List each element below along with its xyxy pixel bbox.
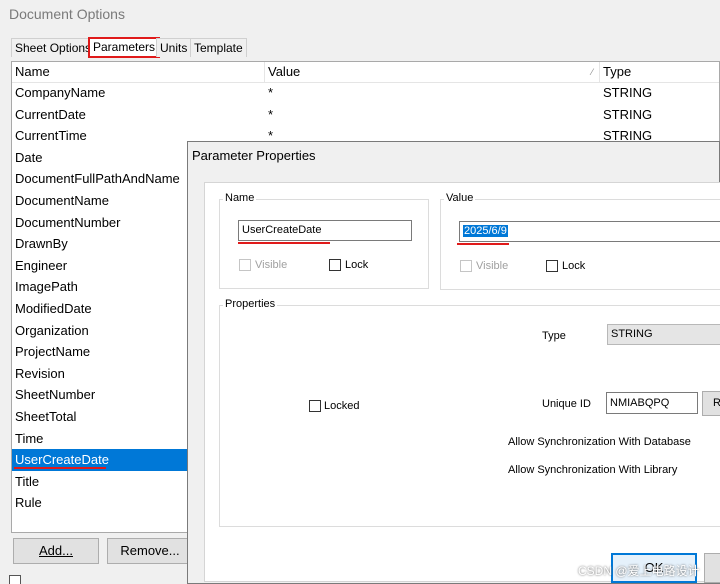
dialog-content: Name UserCreateDate Visible Lock Value 2… xyxy=(204,182,720,582)
value-group-label: Value xyxy=(444,192,476,204)
value-visible-checkbox[interactable] xyxy=(460,260,472,272)
cell-type: STRING xyxy=(603,106,653,122)
add-button-label: Add... xyxy=(39,543,73,558)
cell-value: * xyxy=(268,85,274,100)
annotation-underline-name xyxy=(238,242,330,244)
column-header-type[interactable]: Type xyxy=(600,62,719,82)
unique-id-input[interactable]: NMIABQPQ xyxy=(606,392,698,414)
cell-name: Engineer xyxy=(15,257,68,273)
locked-checkbox[interactable] xyxy=(309,400,321,412)
dialog-title: Parameter Properties xyxy=(192,148,316,163)
cell-name: CurrentDate xyxy=(15,106,86,122)
name-lock-label: Lock xyxy=(345,259,369,271)
table-row[interactable]: CompanyName * STRING xyxy=(12,82,719,104)
parameter-properties-dialog: Parameter Properties Name UserCreateDate… xyxy=(187,141,720,584)
column-header-name[interactable]: Name xyxy=(12,62,265,82)
value-visible-label: Visible xyxy=(476,260,509,272)
tab-units[interactable]: Units xyxy=(156,38,192,57)
cell-name: ModifiedDate xyxy=(15,301,92,316)
annotation-underline-list xyxy=(14,467,106,469)
cell-name: ImagePath xyxy=(15,279,78,295)
cancel-button-partial[interactable] xyxy=(704,553,720,583)
cell-name: Time xyxy=(15,430,44,446)
properties-group: Properties Type STRING Locked Unique ID … xyxy=(219,298,720,527)
value-group: Value 2025/6/9 Visible Lock xyxy=(440,192,720,290)
cell-name: SheetNumber xyxy=(15,387,96,403)
cell-value: * xyxy=(268,106,274,122)
type-label: Type xyxy=(542,330,566,342)
allow-sync-database-label: Allow Synchronization With Database xyxy=(508,436,691,448)
add-button[interactable]: Add... xyxy=(13,538,99,564)
column-header-value[interactable]: Value ⁄ xyxy=(265,62,600,82)
type-select[interactable]: STRING xyxy=(607,324,720,345)
watermark: CSDN @爱上电路设计 xyxy=(578,564,700,578)
unique-id-label: Unique ID xyxy=(542,398,591,410)
tab-parameters[interactable]: Parameters xyxy=(88,37,161,58)
remove-button[interactable]: Remove... xyxy=(107,538,193,564)
cell-name: SheetTotal xyxy=(15,409,77,424)
value-input[interactable]: 2025/6/9 xyxy=(459,221,720,242)
cell-name: DocumentFullPathAndName xyxy=(15,171,180,187)
value-lock-checkbox[interactable] xyxy=(546,260,558,272)
cell-name: CompanyName xyxy=(15,85,106,100)
checkbox-partial[interactable] xyxy=(9,575,21,584)
cell-name: CurrentTime xyxy=(15,128,87,144)
name-lock-checkbox[interactable] xyxy=(329,259,341,271)
cell-name: Rule xyxy=(15,495,42,511)
table-row[interactable]: CurrentDate * STRING xyxy=(12,104,719,126)
reset-unique-id-button[interactable]: R xyxy=(702,391,720,416)
cell-name: DocumentName xyxy=(15,193,109,208)
window-title: Document Options xyxy=(9,6,125,22)
cell-name: Title xyxy=(15,473,40,489)
value-lock-label: Lock xyxy=(562,260,586,272)
allow-sync-library-label: Allow Synchronization With Library xyxy=(508,464,678,476)
cell-name: Revision xyxy=(15,365,65,381)
cell-name: Date xyxy=(15,149,43,165)
name-group: Name UserCreateDate Visible Lock xyxy=(219,192,429,289)
value-input-text: 2025/6/9 xyxy=(463,225,508,237)
cell-name: DrawnBy xyxy=(15,236,68,252)
properties-group-label: Properties xyxy=(223,298,278,310)
list-header: Name Value ⁄ Type xyxy=(12,62,719,83)
locked-label: Locked xyxy=(324,400,360,412)
annotation-underline-value xyxy=(457,243,509,245)
name-visible-checkbox[interactable] xyxy=(239,259,251,271)
name-input[interactable]: UserCreateDate xyxy=(238,220,412,241)
cell-name: ProjectName xyxy=(15,344,91,360)
column-header-value-label: Value xyxy=(268,64,301,79)
name-group-label: Name xyxy=(223,192,257,204)
name-visible-label: Visible xyxy=(255,259,288,271)
tab-template[interactable]: Template xyxy=(190,38,247,57)
cell-name: Organization xyxy=(15,322,89,338)
cell-name: DocumentNumber xyxy=(15,214,121,230)
tab-sheet-options[interactable]: Sheet Options xyxy=(11,38,96,57)
sort-icon: ⁄ xyxy=(591,67,593,77)
remove-button-label: Remove... xyxy=(120,543,180,558)
cell-type: STRING xyxy=(603,85,653,100)
